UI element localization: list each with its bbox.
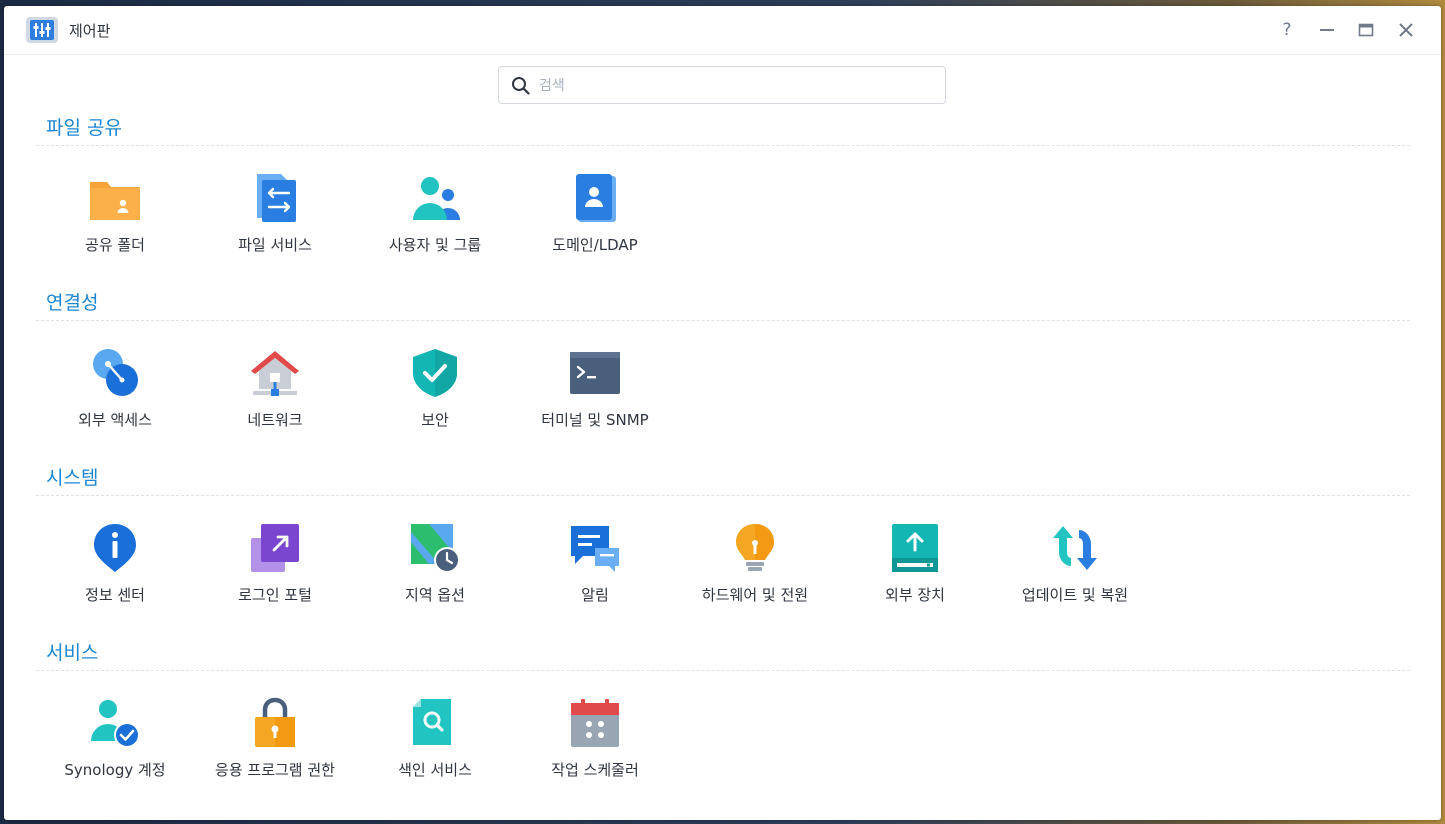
item-update-restore[interactable]: 업데이트 및 복원 bbox=[995, 504, 1155, 624]
item-label: 외부 액세스 bbox=[78, 411, 152, 429]
section-divider bbox=[36, 670, 1410, 671]
item-app-privileges[interactable]: 응용 프로그램 권한 bbox=[195, 679, 355, 799]
help-button[interactable]: ? bbox=[1275, 18, 1299, 42]
item-task-scheduler[interactable]: 작업 스케줄러 bbox=[515, 679, 675, 799]
user-group-icon bbox=[413, 177, 460, 220]
item-label: 외부 장치 bbox=[885, 586, 945, 604]
info-center-icon bbox=[94, 524, 136, 572]
notification-icon bbox=[571, 526, 619, 572]
shared-folder-icon bbox=[90, 182, 140, 220]
item-terminal-snmp[interactable]: 터미널 및 SNMP bbox=[515, 329, 675, 449]
item-security[interactable]: 보안 bbox=[355, 329, 515, 449]
item-info-center[interactable]: 정보 센터 bbox=[35, 504, 195, 624]
item-label: 하드웨어 및 전원 bbox=[701, 586, 809, 604]
maximize-icon bbox=[1358, 23, 1374, 37]
section-title-system: 시스템 bbox=[46, 467, 99, 489]
close-icon bbox=[1399, 23, 1413, 37]
item-label: 지역 옵션 bbox=[405, 586, 465, 604]
item-label: Synology 계정 bbox=[64, 761, 166, 779]
window-title: 제어판 bbox=[69, 22, 111, 40]
item-network[interactable]: 네트워크 bbox=[195, 329, 355, 449]
item-user-group[interactable]: 사용자 및 그룹 bbox=[355, 154, 515, 274]
help-icon: ? bbox=[1282, 20, 1292, 40]
item-label: 네트워크 bbox=[247, 411, 303, 429]
item-label: 도메인/LDAP bbox=[552, 236, 638, 254]
external-devices-icon bbox=[892, 524, 938, 572]
hardware-power-icon bbox=[736, 524, 774, 571]
search-box[interactable] bbox=[498, 66, 946, 104]
search-input[interactable] bbox=[537, 73, 931, 99]
section-divider bbox=[36, 145, 1410, 146]
close-button[interactable] bbox=[1394, 18, 1418, 42]
task-scheduler-icon bbox=[571, 699, 619, 747]
item-label: 로그인 포털 bbox=[238, 586, 312, 604]
item-label: 응용 프로그램 권한 bbox=[215, 761, 335, 779]
item-label: 터미널 및 SNMP bbox=[541, 411, 649, 429]
item-label: 알림 bbox=[581, 586, 609, 604]
maximize-button[interactable] bbox=[1354, 18, 1378, 42]
control-panel-icon bbox=[26, 17, 58, 43]
item-synology-account[interactable]: Synology 계정 bbox=[35, 679, 195, 799]
update-restore-icon bbox=[1053, 526, 1097, 570]
login-portal-icon bbox=[251, 524, 299, 572]
external-access-icon bbox=[93, 349, 138, 396]
section-divider bbox=[36, 495, 1410, 496]
network-icon bbox=[251, 351, 299, 396]
control-panel-window: 제어판 ? 파일 공유 공유 폴더 bbox=[4, 6, 1441, 820]
item-domain-ldap[interactable]: 도메인/LDAP bbox=[515, 154, 675, 274]
item-indexing-service[interactable]: 색인 서비스 bbox=[355, 679, 515, 799]
item-label: 업데이트 및 복원 bbox=[1021, 586, 1129, 604]
item-label: 파일 서비스 bbox=[238, 236, 312, 254]
title-bar: 제어판 ? bbox=[4, 6, 1441, 55]
file-services-icon bbox=[257, 174, 296, 222]
terminal-icon bbox=[570, 352, 620, 394]
item-label: 색인 서비스 bbox=[398, 761, 472, 779]
search-icon bbox=[512, 77, 530, 95]
regional-options-icon bbox=[411, 524, 460, 573]
item-label: 보안 bbox=[421, 411, 449, 429]
item-shared-folder[interactable]: 공유 폴더 bbox=[35, 154, 195, 274]
minimize-icon bbox=[1320, 29, 1334, 31]
item-label: 사용자 및 그룹 bbox=[388, 236, 482, 254]
item-label: 공유 폴더 bbox=[85, 236, 145, 254]
item-file-services[interactable]: 파일 서비스 bbox=[195, 154, 355, 274]
minimize-button[interactable] bbox=[1315, 18, 1339, 42]
item-external-devices[interactable]: 외부 장치 bbox=[835, 504, 995, 624]
synology-account-icon bbox=[91, 700, 140, 748]
indexing-service-icon bbox=[413, 699, 451, 745]
section-title-file-sharing: 파일 공유 bbox=[46, 117, 122, 139]
item-external-access[interactable]: 외부 액세스 bbox=[35, 329, 195, 449]
section-divider bbox=[36, 320, 1410, 321]
item-regional-options[interactable]: 지역 옵션 bbox=[355, 504, 515, 624]
security-shield-icon bbox=[413, 349, 457, 397]
item-label: 작업 스케줄러 bbox=[551, 761, 639, 779]
item-login-portal[interactable]: 로그인 포털 bbox=[195, 504, 355, 624]
section-title-services: 서비스 bbox=[46, 642, 99, 664]
domain-ldap-icon bbox=[576, 174, 616, 222]
app-privileges-icon bbox=[255, 697, 295, 747]
section-title-connectivity: 연결성 bbox=[46, 292, 99, 314]
item-notification[interactable]: 알림 bbox=[515, 504, 675, 624]
item-label: 정보 센터 bbox=[85, 586, 145, 604]
item-hardware-power[interactable]: 하드웨어 및 전원 bbox=[675, 504, 835, 624]
